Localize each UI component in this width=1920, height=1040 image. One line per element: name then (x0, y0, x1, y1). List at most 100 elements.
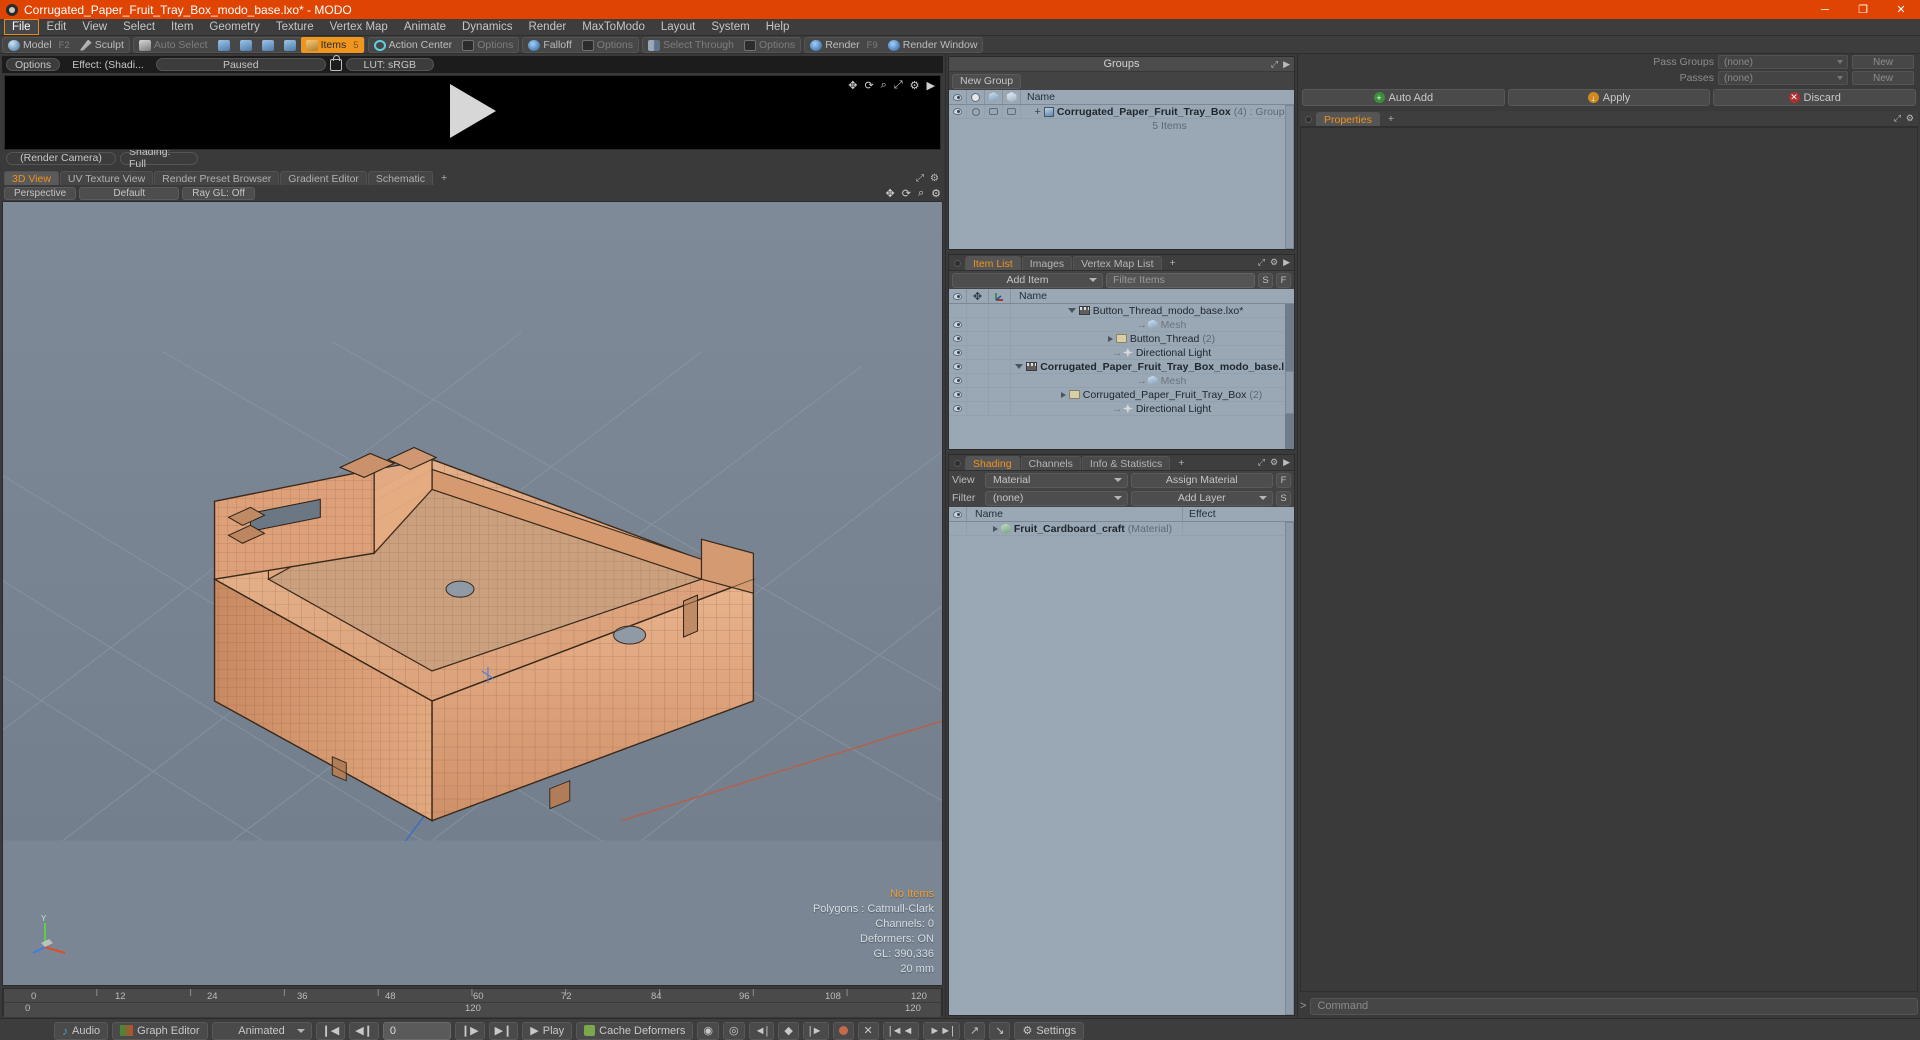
preview-camera-button[interactable]: (Render Camera) (6, 152, 116, 165)
play-triangle-icon[interactable] (450, 84, 496, 138)
row-twisty-icon[interactable] (1068, 308, 1076, 313)
shading-filter-select[interactable]: (none) (985, 491, 1128, 506)
key-prev-button[interactable]: ◄| (749, 1022, 775, 1040)
menu-item-maxtomodo[interactable]: MaxToModo (574, 19, 653, 35)
vertices-mode-button[interactable] (213, 38, 235, 52)
audio-button[interactable]: ♪ Audio (54, 1022, 108, 1040)
menu-item-texture[interactable]: Texture (268, 19, 322, 35)
key-mode-a-button[interactable]: ◉ (697, 1022, 719, 1040)
shading-view-select[interactable]: Material (985, 473, 1128, 488)
new-group-button[interactable]: New Group (952, 74, 1021, 89)
row-twisty-icon[interactable] (1015, 364, 1023, 369)
menu-item-geometry[interactable]: Geometry (201, 19, 268, 35)
command-input[interactable]: Command (1310, 998, 1918, 1015)
item-list-gear-icon[interactable]: ⚙ (1270, 257, 1278, 268)
cache-deformers-button[interactable]: Cache Deformers (576, 1022, 693, 1040)
select-through-options-button[interactable]: Options (739, 38, 800, 52)
menu-item-layout[interactable]: Layout (653, 19, 704, 35)
edges-mode-button[interactable] (235, 38, 257, 52)
properties-gear-icon[interactable]: ⚙ (1906, 113, 1914, 124)
menu-item-edit[interactable]: Edit (39, 19, 75, 35)
render-window-button[interactable]: Render Window (883, 38, 983, 52)
row-eye-icon[interactable] (953, 108, 962, 115)
viewport-expand-icon[interactable]: ⤢ (916, 173, 924, 184)
preview-options-button[interactable]: Options (6, 58, 60, 71)
play-button[interactable]: ▶ Play (522, 1022, 572, 1040)
gear-icon[interactable]: ⚙ (910, 79, 920, 92)
tab-images[interactable]: Images (1022, 256, 1072, 270)
model-mode-button[interactable]: Model F2 (3, 38, 75, 52)
tab-add[interactable]: + (434, 171, 454, 185)
key-delete-button[interactable]: ✕ (858, 1022, 879, 1040)
tab-item-list[interactable]: Item List (965, 256, 1021, 270)
menu-item-file[interactable]: File (4, 19, 39, 35)
row-render-icon[interactable] (972, 108, 980, 116)
table-row[interactable]: + Corrugated_Paper_Fruit_Tray_Box (4) : … (949, 105, 1294, 119)
table-row[interactable]: →Directional Light (949, 346, 1294, 360)
shading-s-button[interactable]: S (1276, 491, 1291, 506)
preview-paused-button[interactable]: Paused (156, 58, 326, 71)
select-through-button[interactable]: Select Through (643, 38, 739, 52)
row-eye-icon[interactable] (953, 363, 962, 370)
item-list-expand-icon[interactable]: ⤢ (1258, 257, 1265, 268)
action-center-button[interactable]: Action Center (369, 38, 458, 52)
shading-f-button[interactable]: F (1276, 473, 1291, 488)
table-row[interactable]: Corrugated_Paper_Fruit_Tray_Box_modo_bas… (949, 360, 1294, 374)
key-create-button[interactable]: ◆ (778, 1022, 798, 1040)
preview-shading-button[interactable]: Shading: Full (120, 152, 198, 165)
viewport-zoom-icon[interactable]: ⌕ (918, 187, 924, 200)
row-eye-icon[interactable] (953, 405, 962, 412)
preview-lut-button[interactable]: LUT: sRGB (346, 58, 434, 71)
tab-vertex-map-list[interactable]: Vertex Map List (1073, 256, 1161, 270)
tab-channels[interactable]: Channels (1021, 456, 1081, 470)
viewport-rotate-icon[interactable]: ⟳ (902, 187, 911, 200)
table-row[interactable]: Button_Thread_modo_base.lxo* (949, 304, 1294, 318)
tab-shading[interactable]: Shading (965, 456, 1020, 470)
row-eye-icon[interactable] (953, 377, 962, 384)
materials-mode-button[interactable] (279, 38, 301, 52)
row-twisty-icon[interactable] (1061, 392, 1066, 398)
discard-button[interactable]: ✕ Discard (1713, 89, 1916, 106)
item-list-scrollbar[interactable] (1285, 304, 1294, 449)
tab-info-statistics[interactable]: Info & Statistics (1082, 456, 1170, 470)
curve-out-button[interactable]: ↘ (989, 1022, 1010, 1040)
shading-chevron-icon[interactable]: ▶ (1283, 457, 1290, 468)
sculpt-mode-button[interactable]: Sculpt (75, 38, 129, 52)
items-mode-button[interactable]: Items 5 (301, 37, 364, 53)
menu-item-select[interactable]: Select (115, 19, 163, 35)
key-mode-b-button[interactable]: ◎ (723, 1022, 745, 1040)
falloff-button[interactable]: Falloff (523, 38, 576, 52)
range-start-button[interactable]: |◄◄ (883, 1022, 920, 1040)
item-list-scrollbar-thumb[interactable] (1285, 371, 1294, 415)
table-row[interactable]: →Mesh (949, 374, 1294, 388)
row-eye-icon[interactable] (953, 349, 962, 356)
tab-add-item-list[interactable]: + (1163, 256, 1183, 270)
viewport-default-button[interactable]: Default (79, 187, 179, 200)
item-list-panel-dot-icon[interactable] (954, 260, 961, 267)
pass-groups-select[interactable]: (none) (1718, 55, 1848, 69)
table-row[interactable]: →Mesh (949, 318, 1294, 332)
menu-item-animate[interactable]: Animate (396, 19, 454, 35)
record-button[interactable] (833, 1022, 854, 1040)
item-list-s-button[interactable]: S (1258, 273, 1273, 288)
row-lock-icon-1[interactable] (989, 108, 998, 115)
animated-select[interactable]: Animated (212, 1022, 312, 1040)
timeline[interactable]: 0 12 24 36 48 60 72 84 96 108 120 0 120 … (2, 988, 943, 1016)
zoom-icon[interactable]: ⌕ (881, 79, 887, 92)
menu-item-vertex-map[interactable]: Vertex Map (322, 19, 396, 35)
menu-item-item[interactable]: Item (163, 19, 201, 35)
preview-effect-label[interactable]: Effect: (Shadi... (64, 58, 152, 71)
shading-expand-icon[interactable]: ⤢ (1258, 457, 1265, 468)
pass-groups-new-button[interactable]: New (1852, 55, 1914, 69)
groups-chevron-icon[interactable]: ▶ (1283, 59, 1290, 70)
tab-render-preset-browser[interactable]: Render Preset Browser (154, 171, 279, 185)
tab-gradient-editor[interactable]: Gradient Editor (280, 171, 367, 185)
groups-scrollbar-thumb[interactable] (1285, 105, 1294, 249)
shading-panel-dot-icon[interactable] (954, 460, 961, 467)
table-row[interactable]: Button_Thread(2) (949, 332, 1294, 346)
table-row[interactable]: Corrugated_Paper_Fruit_Tray_Box(2) (949, 388, 1294, 402)
table-row[interactable]: Fruit_Cardboard_craft (Material) (949, 522, 1294, 536)
shading-gear-icon[interactable]: ⚙ (1270, 457, 1278, 468)
viewport-gear-icon[interactable]: ⚙ (930, 173, 939, 184)
menu-item-render[interactable]: Render (520, 19, 574, 35)
